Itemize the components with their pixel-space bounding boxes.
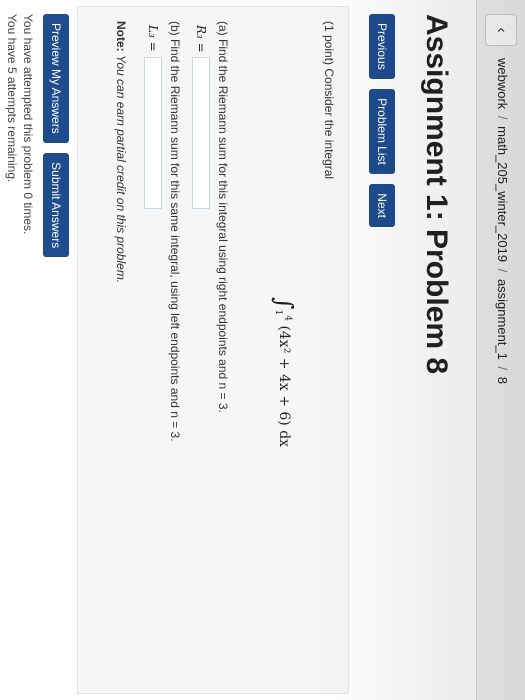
attempts-made-text: You have attempted this problem 0 times.: [21, 14, 35, 235]
breadcrumb-separator: /: [495, 115, 510, 120]
part-a-answer-input[interactable]: [192, 57, 210, 209]
preview-answers-button[interactable]: Preview My Answers: [43, 14, 69, 143]
part-b-answer-input[interactable]: [144, 57, 162, 209]
breadcrumb-item[interactable]: assignment_1: [495, 279, 510, 360]
partial-credit-note: Note: You can earn partial credit on thi…: [114, 21, 128, 283]
breadcrumb-item[interactable]: webwork: [495, 58, 510, 109]
answer-actions: Preview My Answers Submit Answers: [43, 14, 69, 263]
integrand: (4x² + 4x + 6) dx: [276, 325, 292, 448]
breadcrumb-item: 8: [495, 376, 510, 384]
integral-expression: ∫14 (4x² + 4x + 6) dx: [270, 297, 298, 447]
breadcrumb-item[interactable]: math_205_winter_2019: [495, 126, 510, 262]
browser-page: ‹ webwork / math_205_winter_2019 / assig…: [0, 0, 525, 700]
note-text: You can earn partial credit on this prob…: [114, 55, 128, 284]
part-b-label: L₃ =: [146, 25, 160, 52]
integral-sign: ∫: [270, 297, 298, 310]
attempts-remaining-text: You have 5 attempts remaining.: [5, 14, 19, 183]
problem-nav: Previous Problem List Next: [369, 14, 395, 233]
back-button[interactable]: ‹: [485, 14, 517, 46]
chevron-left-icon: ‹: [493, 27, 510, 33]
integral-upper-bound: 4: [282, 315, 293, 321]
part-b-question: (b) Find the Riemann sum for this same i…: [168, 21, 182, 442]
problem-list-button[interactable]: Problem List: [369, 89, 395, 174]
breadcrumb-separator: /: [495, 268, 510, 273]
part-a-question: (a) Find the Riemann sum for this integr…: [216, 21, 230, 413]
previous-button[interactable]: Previous: [369, 14, 395, 79]
part-a-label: R₃ =: [194, 25, 208, 53]
breadcrumb: webwork / math_205_winter_2019 / assignm…: [495, 58, 510, 384]
submit-answers-button[interactable]: Submit Answers: [43, 153, 69, 258]
breadcrumb-separator: /: [495, 366, 510, 371]
page-title: Assignment 1: Problem 8: [420, 14, 453, 375]
next-button[interactable]: Next: [369, 184, 395, 227]
problem-intro: (1 point) Consider the integral: [322, 21, 336, 180]
note-label: Note:: [114, 21, 128, 52]
problem-panel: (1 point) Consider the integral ∫14 (4x²…: [77, 6, 349, 694]
breadcrumb-bar: ‹ webwork / math_205_winter_2019 / assig…: [476, 0, 525, 700]
